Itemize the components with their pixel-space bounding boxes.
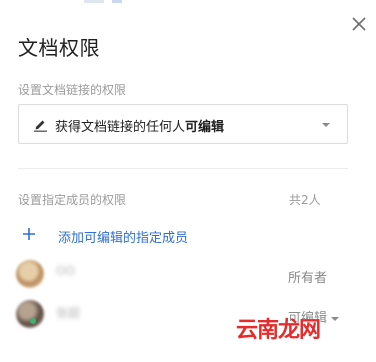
watermark: 云南龙网 xyxy=(236,318,321,343)
link-permission-label: 设置文档链接的权限 xyxy=(18,83,127,97)
top-strip xyxy=(0,0,376,3)
member-row: OO 所有者 xyxy=(16,258,356,290)
chevron-down-icon xyxy=(322,123,330,127)
edit-pencil-icon xyxy=(34,120,47,132)
top-strip-segment xyxy=(84,0,104,3)
link-permission-prefix: 获得文档链接的任何人 xyxy=(55,120,186,135)
permission-dialog: 文档权限 设置文档链接的权限 获得文档链接的任何人可编辑 设置指定成员的权限 共… xyxy=(0,0,376,362)
online-status-dot xyxy=(30,318,36,324)
member-name: OO xyxy=(56,264,75,278)
add-member-label: 添加可编辑的指定成员 xyxy=(58,231,189,246)
link-permission-level: 可编辑 xyxy=(185,120,225,135)
member-count: 共2人 xyxy=(289,193,321,207)
member-name: 张超 xyxy=(56,306,81,320)
dialog-title: 文档权限 xyxy=(18,36,100,60)
link-permission-select[interactable]: 获得文档链接的任何人可编辑 xyxy=(18,104,348,144)
member-role-owner: 所有者 xyxy=(288,271,328,286)
member-permission-label: 设置指定成员的权限 xyxy=(18,193,127,207)
close-button[interactable] xyxy=(349,14,369,34)
link-permission-value: 获得文档链接的任何人可编辑 xyxy=(55,116,224,135)
section-divider xyxy=(18,168,348,169)
avatar xyxy=(16,260,44,288)
avatar xyxy=(16,300,44,328)
chevron-down-icon xyxy=(331,316,340,321)
plus-icon xyxy=(23,228,35,240)
close-icon[interactable] xyxy=(349,14,369,34)
top-strip-segment xyxy=(112,0,122,3)
